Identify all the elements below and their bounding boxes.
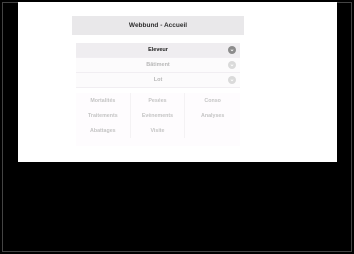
grid-item-traitements[interactable]: Traitements [76, 108, 131, 123]
window-title: Webbund - Accueil [72, 16, 244, 35]
grid-item-evenements[interactable]: Evènements [131, 108, 186, 123]
grid-item-pesees[interactable]: Pesées [131, 93, 186, 108]
menu-item-label: Lot [153, 77, 163, 83]
grid-item-analyses[interactable]: Analyses [185, 108, 240, 123]
actions-grid: Mortalités Pesées Conso Traitements Evèn… [76, 93, 240, 138]
menu-item-batiment[interactable]: Bâtiment ⌄ [76, 58, 240, 73]
chevron-down-icon: ⌄ [228, 76, 236, 84]
chevron-down-icon: ⌄ [228, 46, 236, 54]
grid-item-empty [185, 123, 240, 138]
app-window: Webbund - Accueil Eleveur ⌄ Bâtiment ⌄ L… [72, 16, 244, 160]
chevron-down-icon: ⌄ [228, 61, 236, 69]
menu-item-lot[interactable]: Lot ⌄ [76, 73, 240, 88]
grid-item-conso[interactable]: Conso [185, 93, 240, 108]
grid-item-visite[interactable]: Visite [131, 123, 186, 138]
main-menu: Eleveur ⌄ Bâtiment ⌄ Lot ⌄ [76, 43, 240, 88]
menu-item-label: Bâtiment [146, 62, 170, 68]
menu-item-label: Eleveur [148, 47, 168, 53]
app-bottom-spacer [76, 138, 240, 146]
menu-item-eleveur[interactable]: Eleveur ⌄ [76, 43, 240, 58]
grid-item-mortalites[interactable]: Mortalités [76, 93, 131, 108]
grid-item-abattages[interactable]: Abattages [76, 123, 131, 138]
